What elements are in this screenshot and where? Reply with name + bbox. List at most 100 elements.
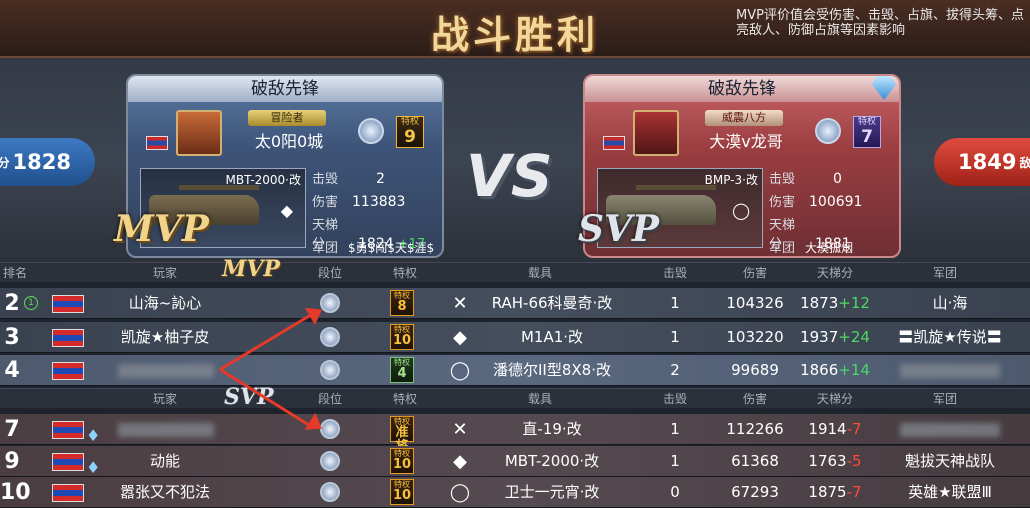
ladder-cell: 1914-7 [795, 414, 875, 445]
stat-kills: 击毁 0 [769, 168, 842, 187]
ladder-value: 1914 [808, 420, 847, 438]
ladder-value: 1937 [800, 328, 839, 346]
kills-value: 1 [670, 294, 680, 312]
ladder-delta: -5 [846, 452, 862, 470]
blurred-clan-name [900, 423, 1000, 437]
rank-value: 4 [4, 358, 20, 383]
rank-medal-icon [815, 118, 841, 144]
col-damage: 伤害 [742, 392, 767, 406]
vehicle-name: 潘德尔II型8X8·改 [493, 361, 611, 379]
avatar[interactable] [176, 110, 222, 156]
vehicle-class-icon: ◆ [453, 327, 467, 348]
svp-card-heading: 破敌先锋 [585, 76, 899, 102]
privilege-level: 4 [397, 366, 407, 381]
left-team-score: 梯分1828 [0, 138, 95, 186]
rank-value: 2 [4, 291, 20, 316]
privilege-badge: 特权 9 [396, 116, 424, 148]
title-badge: 威震八方 [705, 110, 783, 126]
clan-name[interactable]: 魁拔天神战队 [885, 446, 1015, 477]
vehicle-class-icon: ✕ [452, 293, 468, 314]
col-player: 玩家 [152, 392, 177, 406]
ladder-cell: 1875-7 [795, 477, 875, 508]
right-score-value: 1849 [958, 150, 1017, 174]
kills-value: 1 [670, 328, 680, 346]
ladder-cell: 1763-5 [795, 446, 875, 477]
right-team-score: 1849 敌 [934, 138, 1030, 186]
ladder-delta: +24 [838, 328, 870, 346]
kills-value: 1 [670, 420, 680, 438]
mvp-rule-note: MVP评价值会受伤害、击毁、占旗、拔得头筹、点亮敌人、防御占旗等因素影响 [736, 8, 1024, 38]
privilege-badge: 特权 10 [390, 448, 414, 474]
damage-value: 99689 [731, 361, 779, 379]
vehicle-name: 直-19·改 [522, 420, 582, 438]
ladder-cell: 1937+24 [795, 322, 875, 353]
ladder-value: 1866 [800, 361, 839, 379]
stat-value: 2 [376, 171, 385, 187]
col-priv: 特权 [392, 392, 417, 406]
player-name[interactable]: 大漠v龙哥 [681, 128, 811, 152]
rank-medal-icon [320, 482, 340, 502]
nation-flag-icon [52, 362, 84, 380]
stat-value: 113883 [352, 194, 406, 210]
stat-label: 伤害 [312, 195, 339, 210]
rank-medal-icon [320, 360, 340, 380]
player-name[interactable]: 山海~訫心 [110, 288, 220, 319]
col-clan: 军团 [932, 392, 957, 406]
col-vehicle: 载具 [527, 266, 552, 280]
stat-label: 军团 [312, 241, 339, 256]
table-row[interactable]: 10 嚣张又不犯法 特权 10 ◯ 卫士一元宵·改 0 67293 1875-7 英雄★联盟Ⅲ [0, 477, 1030, 508]
rank-medal-icon [358, 118, 384, 144]
rank-value: 7 [4, 417, 20, 442]
rank-medal-icon [320, 451, 340, 471]
table-row[interactable]: 7♦特权准将✕直-19·改11122661914-7 [0, 414, 1030, 454]
right-score-tag: 敌 [1019, 156, 1030, 170]
stat-label: 击毁 [769, 172, 796, 187]
ladder-cell: 1866+14 [795, 355, 875, 386]
player-name[interactable]: 太0阳0城 [224, 128, 354, 152]
nation-flag-icon [52, 484, 84, 502]
blurred-player-name [118, 364, 214, 378]
privilege-level: 10 [392, 457, 412, 472]
table-row[interactable]: 2 1 山海~訫心 特权 8 ✕ RAH-66科曼奇·改 1 104326 1873+12 山·海 [0, 288, 1030, 319]
privilege-badge: 特权 4 [390, 357, 414, 383]
col-tier: 段位 [317, 266, 342, 280]
player-name[interactable]: 动能 [110, 446, 220, 477]
clan-name[interactable]: 山·海 [885, 288, 1015, 319]
damage-value: 61368 [731, 452, 779, 470]
privilege-label: 特权 [857, 117, 876, 127]
col-kills: 击毁 [662, 392, 687, 406]
player-name[interactable]: 嚣张又不犯法 [110, 477, 220, 508]
privilege-level: 10 [392, 333, 412, 348]
mvp-card-heading: 破敌先锋 [128, 76, 442, 102]
privilege-badge: 特权 8 [390, 290, 414, 316]
privilege-level: 10 [392, 488, 412, 503]
stat-label: 伤害 [769, 195, 796, 210]
circle-class-icon: ◯ [732, 201, 750, 220]
avatar[interactable] [633, 110, 679, 156]
stat-value: 100691 [809, 194, 863, 210]
player-name[interactable]: 凯旋★柚子皮 [110, 322, 220, 353]
stat-kills: 击毁 2 [312, 168, 385, 187]
clan-name[interactable]: 英雄★联盟Ⅲ [885, 477, 1015, 508]
rank-medal-icon [320, 327, 340, 347]
vehicle-name: 卫士一元宵·改 [504, 483, 600, 501]
table-row[interactable]: 9 ♦ 动能 特权 10 ◆ MBT-2000·改 1 61368 1763-5 魁拔天神战队 [0, 446, 1030, 477]
privilege-label: 特权 [400, 117, 419, 127]
table-row[interactable]: 3 凯旋★柚子皮 特权 10 ◆ M1A1·改 1 103220 1937+24 〓凯旋★传说〓 [0, 322, 1030, 353]
svp-tag: SVP [578, 208, 659, 250]
left-score-value: 1828 [12, 150, 71, 174]
table-header-losers: 玩家 段位 特权 载具 击毁 伤害 天梯分 军团 [0, 388, 1030, 408]
ladder-delta: -7 [846, 420, 862, 438]
privilege-badge: 特权 10 [390, 479, 414, 505]
damage-value: 104326 [726, 294, 784, 312]
col-rank: 排名 [2, 266, 27, 280]
col-priv: 特权 [392, 266, 417, 280]
ladder-delta: +14 [838, 361, 870, 379]
privilege-badge: 特权准将 [390, 416, 414, 454]
vehicle-name: MBT-2000·改 [504, 452, 600, 470]
table-row[interactable]: 4 特权 4 ◯ 潘德尔II型8X8·改 2 99689 1866+14 [0, 355, 1030, 386]
page-title: 战斗胜利 [430, 13, 599, 57]
kills-value: 2 [670, 361, 680, 379]
ladder-delta: -7 [846, 483, 862, 501]
clan-name[interactable]: 〓凯旋★传说〓 [885, 322, 1015, 353]
